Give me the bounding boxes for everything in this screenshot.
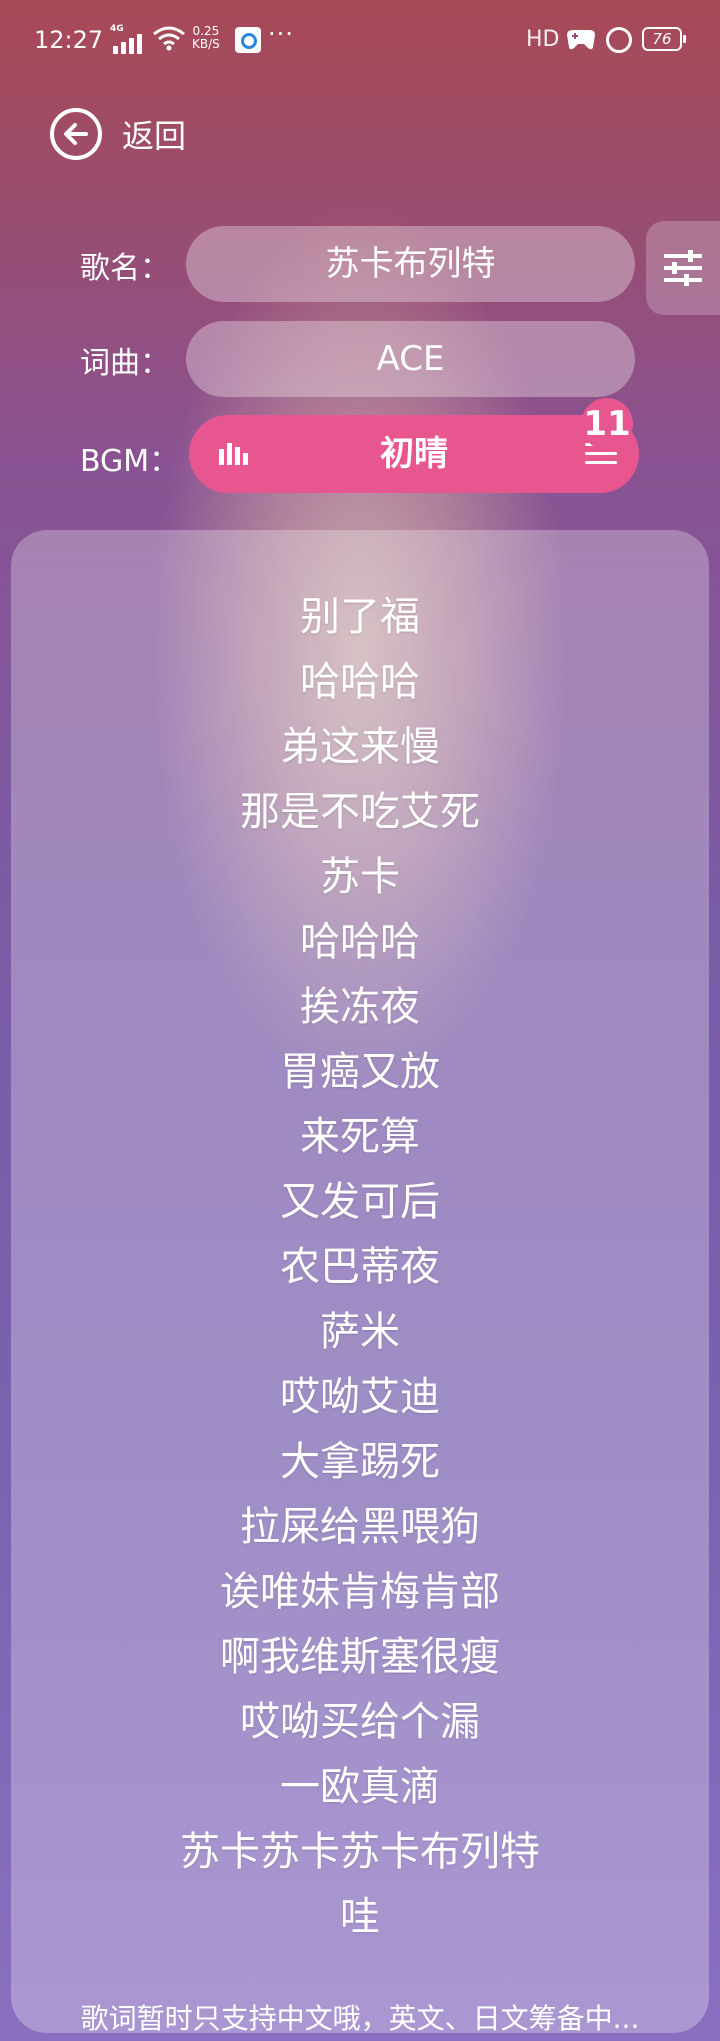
- music-bars-icon: [219, 443, 248, 465]
- bgm-label: BGM：: [80, 444, 180, 479]
- lyric-line: 胃癌又放: [280, 1049, 440, 1095]
- lyric-line: 哈哈哈: [300, 919, 420, 965]
- bgm-name: 初晴: [380, 434, 448, 474]
- lyric-line: 哎呦买给个漏: [240, 1699, 480, 1745]
- app-notification-icon: [235, 27, 261, 53]
- lyric-line: 弟这来慢: [280, 724, 440, 770]
- lyric-line: 一欧真滴: [280, 1764, 440, 1810]
- signal-icon: [113, 32, 142, 54]
- lyric-line: 那是不吃艾死: [240, 789, 480, 835]
- lyric-line: 又发可后: [280, 1179, 440, 1225]
- lyric-line: 苏卡: [320, 854, 400, 900]
- sliders-icon: [664, 250, 702, 286]
- wifi-icon: [153, 26, 185, 51]
- lyric-line: 大拿踢死: [280, 1439, 440, 1485]
- network-speed: 0.25 KB/S: [192, 24, 220, 51]
- lyric-line: 农巴蒂夜: [280, 1244, 440, 1290]
- back-button[interactable]: 返回: [50, 108, 186, 160]
- lyric-line: 来死算: [300, 1114, 420, 1160]
- alarm-icon: [606, 27, 632, 53]
- lyric-line: 哎呦艾迪: [280, 1374, 440, 1420]
- hd-indicator: HD: [526, 27, 560, 52]
- song-name-label: 歌名：: [80, 251, 170, 286]
- lyric-line: 苏卡苏卡苏卡布列特: [180, 1829, 540, 1875]
- lyric-line: 哈哈哈: [300, 659, 420, 705]
- composer-field[interactable]: ACE: [186, 321, 635, 397]
- bgm-count-badge: 11: [581, 398, 633, 450]
- lyric-line: 萨米: [320, 1309, 400, 1355]
- battery-icon: 76: [642, 27, 686, 51]
- game-mode-icon: [567, 30, 595, 50]
- composer-label: 词曲：: [80, 346, 170, 381]
- lyric-line: 啊我维斯塞很瘦: [220, 1634, 500, 1680]
- lyrics-list: 别了福 哈哈哈 弟这来慢 那是不吃艾死 苏卡 哈哈哈 挨冻夜 胃癌又放 来死算 又发可后 农巴蒂夜萨…: [0, 592, 720, 1957]
- bgm-selector[interactable]: 初晴: [189, 415, 639, 493]
- lyric-line: 别了福: [300, 594, 420, 640]
- status-bar: 12:27 4G 0.25 KB/S ··· HD 76: [0, 0, 720, 82]
- lyric-line: 诶唯妹肯梅肯部: [220, 1569, 500, 1615]
- lyric-line: 拉屎给黑喂狗: [240, 1504, 480, 1550]
- lyric-line: 挨冻夜: [300, 984, 420, 1030]
- more-notifications-icon: ···: [268, 20, 294, 48]
- settings-button[interactable]: [646, 221, 720, 315]
- song-name-field[interactable]: 苏卡布列特: [186, 226, 635, 302]
- footer-note: 歌词暂时只支持中文哦，英文、日文筹备中...: [80, 2002, 640, 2035]
- back-arrow-icon: [50, 108, 102, 160]
- status-time: 12:27: [34, 26, 104, 54]
- back-label: 返回: [122, 117, 187, 155]
- lyric-line: 哇: [340, 1894, 380, 1940]
